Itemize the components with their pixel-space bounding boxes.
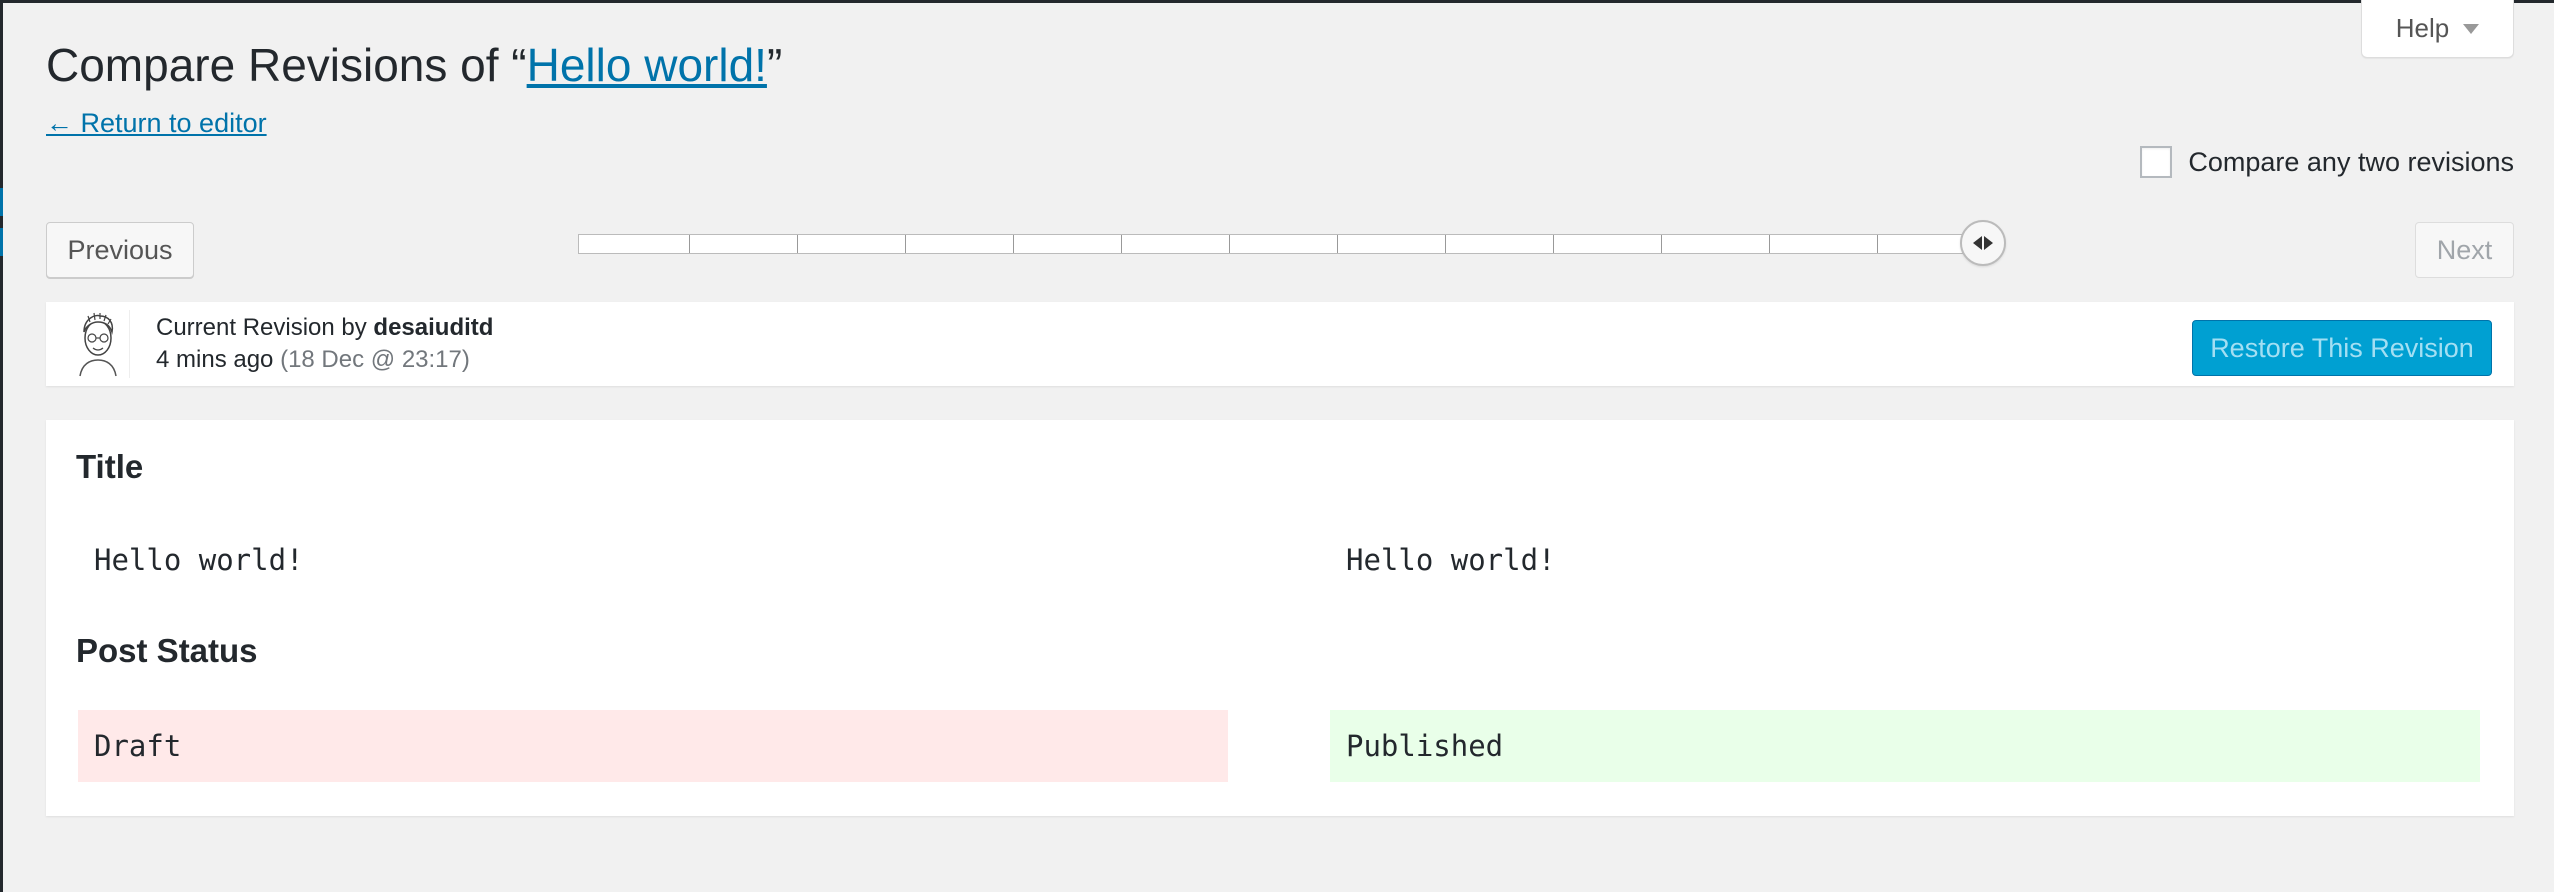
page-title-prefix: Compare Revisions of “ (46, 39, 527, 91)
help-label: Help (2395, 13, 2450, 43)
help-tab[interactable]: Help (2361, 0, 2514, 58)
post-title-link[interactable]: Hello world! (527, 39, 767, 91)
slider-tick (905, 235, 906, 253)
previous-button[interactable]: Previous (46, 222, 194, 278)
restore-revision-button[interactable]: Restore This Revision (2192, 320, 2492, 376)
diff-panel: Title Hello world! Hello world! Post Sta… (46, 420, 2514, 816)
revision-date: (18 Dec @ 23:17) (280, 346, 470, 373)
return-to-editor-link[interactable]: ← Return to editor (46, 108, 267, 139)
avatar (66, 310, 130, 378)
next-button[interactable]: Next (2415, 222, 2514, 278)
page-title-suffix: ” (766, 39, 783, 91)
user-avatar-icon (79, 312, 117, 377)
revision-meta-bar: Current Revision by desaiuditd 4 mins ag… (46, 302, 2514, 386)
chevron-down-icon (2463, 23, 2480, 34)
diff-title-old: Hello world! (94, 543, 304, 577)
diff-title-new: Hello world! (1346, 543, 1556, 577)
slider-tick (1553, 235, 1554, 253)
admin-menu-edge (0, 188, 3, 216)
compare-two-label: Compare any two revisions (2188, 146, 2514, 177)
slider-handle[interactable] (1960, 220, 2006, 266)
diff-section-status-heading: Post Status (76, 632, 258, 669)
slider-tick (1661, 235, 1662, 253)
revision-time-ago: 4 mins ago (156, 346, 274, 373)
slider-tick (1229, 235, 1230, 253)
revision-author: desaiuditd (373, 314, 494, 341)
compare-two-toggle[interactable]: Compare any two revisions (2140, 146, 2514, 178)
revision-slider[interactable] (578, 234, 1984, 254)
arrow-left-icon (1973, 236, 1982, 250)
slider-tick (1769, 235, 1770, 253)
diff-section-title-heading: Title (76, 448, 144, 485)
slider-tick (1337, 235, 1338, 253)
compare-two-checkbox[interactable] (2140, 146, 2173, 178)
slider-tick (1877, 235, 1878, 253)
page-title: Compare Revisions of “Hello world!” (46, 38, 782, 92)
diff-status-new-added: Published (1330, 710, 2480, 782)
slider-tick (689, 235, 690, 253)
revision-time-line: 4 mins ago (18 Dec @ 23:17) (156, 346, 470, 374)
slider-tick (1121, 235, 1122, 253)
revision-author-prefix: Current Revision by (156, 314, 374, 341)
admin-menu-edge (0, 228, 3, 256)
diff-status-old-deleted: Draft (78, 710, 1228, 782)
arrow-right-icon (1984, 236, 1993, 250)
slider-tick (797, 235, 798, 253)
slider-tick (1013, 235, 1014, 253)
revision-author-line: Current Revision by desaiuditd (156, 314, 493, 342)
slider-tick (1445, 235, 1446, 253)
